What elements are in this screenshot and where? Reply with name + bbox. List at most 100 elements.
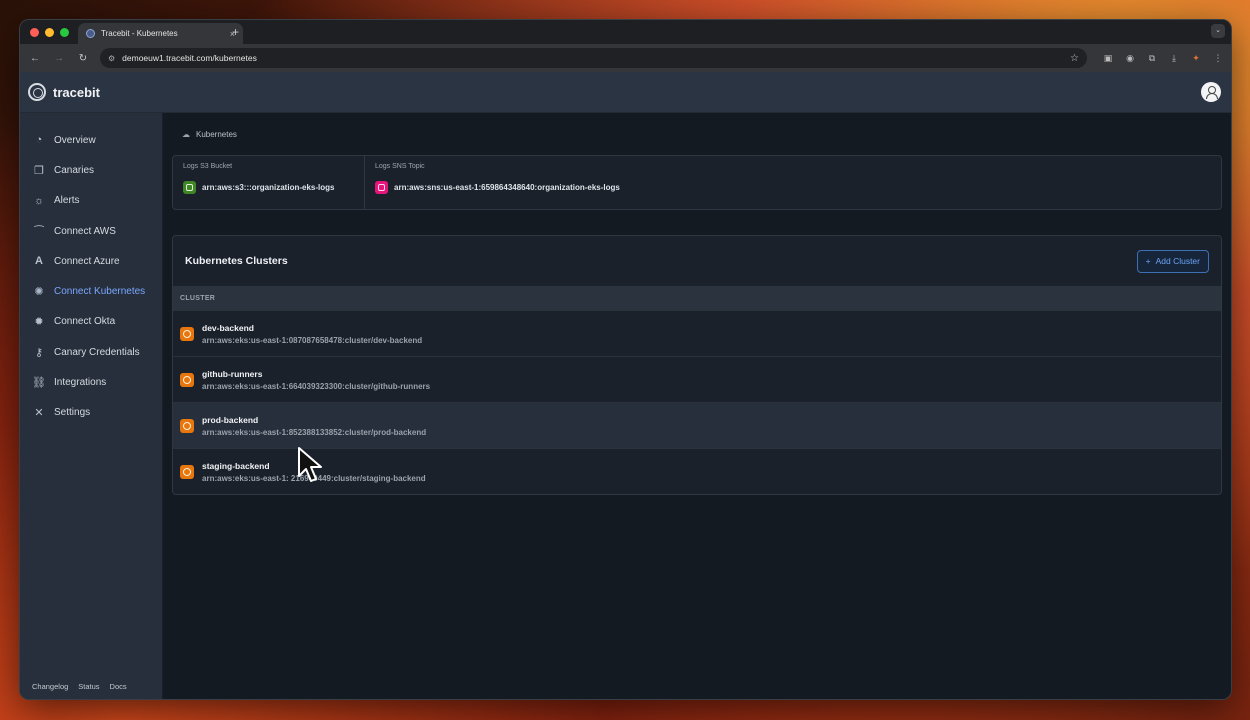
plus-icon: + xyxy=(1145,256,1151,266)
sidebar-item-overview[interactable]: ◔ Overview xyxy=(20,125,162,155)
sidebar-item-canary-credentials[interactable]: ⚷ Canary Credentials xyxy=(20,337,162,367)
breadcrumb-label[interactable]: Kubernetes xyxy=(196,130,237,139)
sidebar-item-label: Canary Credentials xyxy=(54,346,140,358)
browser-tab[interactable]: Tracebit - Kubernetes × xyxy=(78,23,243,44)
profile-extension-icon[interactable]: ◉ xyxy=(1125,53,1135,63)
url-text[interactable]: demoeuw1.tracebit.com/kubernetes xyxy=(122,53,1063,63)
logs-config-panel: Logs S3 Bucket arn:aws:s3:::organization… xyxy=(172,155,1222,210)
back-arrow-icon[interactable]: ← xyxy=(28,53,42,64)
sidebar-item-connect-kubernetes[interactable]: ✺ Connect Kubernetes xyxy=(20,276,162,306)
logs-sns-label: Logs SNS Topic xyxy=(375,163,425,170)
sidebar-item-label: Connect Okta xyxy=(54,316,116,328)
sidebar-item-connect-aws[interactable]: ⁀ Connect AWS xyxy=(20,216,162,246)
kubernetes-icon xyxy=(180,372,194,387)
tracebit-favicon-icon xyxy=(86,29,95,38)
reload-icon[interactable]: ↻ xyxy=(76,53,90,64)
app-body: ◔ Overview ❐ Canaries ☼ Alerts ⁀ Connect… xyxy=(20,113,1231,699)
address-bar[interactable]: ⚙ demoeuw1.tracebit.com/kubernetes ☆ xyxy=(100,48,1087,68)
okta-icon: ✹ xyxy=(34,316,44,329)
sidebar-footer: Changelog Status Docs xyxy=(32,682,127,691)
logs-sns-topic: Logs SNS Topic arn:aws:sns:us-east-1:659… xyxy=(364,156,630,209)
clusters-header: Kubernetes Clusters + Add Cluster xyxy=(173,236,1221,286)
sidebar-item-alerts[interactable]: ☼ Alerts xyxy=(20,186,162,216)
sns-topic-icon xyxy=(375,181,388,194)
add-cluster-button[interactable]: + Add Cluster xyxy=(1136,249,1209,273)
user-avatar[interactable] xyxy=(1201,82,1221,102)
status-link[interactable]: Status xyxy=(78,682,99,691)
docs-link[interactable]: Docs xyxy=(110,682,127,691)
sidebar-item-settings[interactable]: ✕ Settings xyxy=(20,398,162,428)
clusters-title: Kubernetes Clusters xyxy=(185,255,288,267)
logs-s3-arn: arn:aws:s3:::organization-eks-logs xyxy=(202,183,335,192)
brand-name: tracebit xyxy=(53,84,100,100)
minimize-window-button[interactable] xyxy=(45,27,54,37)
table-row[interactable]: prod-backend arn:aws:eks:us-east-1:85238… xyxy=(173,402,1221,448)
sidebar-item-label: Alerts xyxy=(54,195,80,207)
extension-bird-icon[interactable]: ✦ xyxy=(1191,53,1201,63)
cluster-arn: arn:aws:eks:us-east-1:087087658478:clust… xyxy=(202,335,423,345)
forward-arrow-icon[interactable]: → xyxy=(52,53,66,64)
logs-s3-value: arn:aws:s3:::organization-eks-logs xyxy=(183,181,354,194)
sidebar-item-label: Connect Azure xyxy=(54,255,120,267)
kubernetes-icon xyxy=(180,418,194,433)
maximize-window-button[interactable] xyxy=(60,27,69,37)
sidebar-item-label: Connect AWS xyxy=(54,225,116,237)
download-icon[interactable]: ⤓ xyxy=(1169,53,1179,63)
s3-bucket-icon xyxy=(183,181,196,194)
breadcrumb: ☁ Kubernetes xyxy=(172,113,1222,155)
tools-icon: ✕ xyxy=(34,407,44,420)
link-icon: ⛓ xyxy=(32,377,46,390)
table-row[interactable]: github-runners arn:aws:eks:us-east-1:664… xyxy=(173,356,1221,402)
extensions-area: ▣ ◉ ⧉ ⤓ ✦ ⋮ xyxy=(1103,53,1223,63)
cluster-arn: arn:aws:eks:us-east-1: 216940449:cluster… xyxy=(202,473,426,483)
puzzle-icon[interactable]: ⧉ xyxy=(1147,53,1157,63)
column-header-cluster[interactable]: CLUSTER xyxy=(173,286,1221,310)
sidebar-item-connect-okta[interactable]: ✹ Connect Okta xyxy=(20,307,162,337)
add-cluster-label: Add Cluster xyxy=(1155,256,1200,266)
sidebar-item-label: Settings xyxy=(54,407,91,419)
app-header: tracebit xyxy=(20,72,1231,113)
sidebar: ◔ Overview ❐ Canaries ☼ Alerts ⁀ Connect… xyxy=(20,113,163,699)
browser-menu-icon[interactable]: ⋮ xyxy=(1213,53,1223,63)
sidebar-item-label: Overview xyxy=(54,134,96,146)
cloud-icon: ☁ xyxy=(182,129,190,139)
browser-toolbar: ← → ↻ ⚙ demoeuw1.tracebit.com/kubernetes… xyxy=(20,44,1231,72)
site-settings-icon[interactable]: ⚙ xyxy=(108,54,115,63)
sidebar-item-label: Canaries xyxy=(54,164,95,176)
table-row[interactable]: dev-backend arn:aws:eks:us-east-1:087087… xyxy=(173,310,1221,356)
cluster-arn: arn:aws:eks:us-east-1:664039323300:clust… xyxy=(202,381,431,391)
sidebar-item-connect-azure[interactable]: A Connect Azure xyxy=(20,246,162,276)
new-tab-button[interactable]: + xyxy=(232,25,239,39)
close-window-button[interactable] xyxy=(30,27,39,37)
cluster-name: staging-backend xyxy=(202,460,270,471)
logs-s3-label: Logs S3 Bucket xyxy=(183,163,233,170)
sidebar-item-canaries[interactable]: ❐ Canaries xyxy=(20,155,162,185)
logs-sns-value: arn:aws:sns:us-east-1:659864348640:organ… xyxy=(375,181,620,194)
extension-icon[interactable]: ▣ xyxy=(1103,53,1113,63)
cluster-info: github-runners arn:aws:eks:us-east-1:664… xyxy=(202,369,430,391)
sidebar-item-label: Integrations xyxy=(54,377,107,389)
browser-window: Tracebit - Kubernetes × + ⌄ ← → ↻ ⚙ demo… xyxy=(19,19,1232,700)
sidebar-item-integrations[interactable]: ⛓ Integrations xyxy=(20,367,162,397)
cluster-name: github-runners xyxy=(202,368,263,379)
logs-sns-arn: arn:aws:sns:us-east-1:659864348640:organ… xyxy=(394,183,620,192)
brand[interactable]: tracebit xyxy=(28,83,100,101)
bookmark-star-icon[interactable]: ☆ xyxy=(1070,53,1079,64)
main-content: ☁ Kubernetes Logs S3 Bucket arn:aws:s3::… xyxy=(163,113,1231,699)
kubernetes-icon xyxy=(180,326,194,341)
key-icon: ⚷ xyxy=(34,346,44,359)
tracebit-logo-icon xyxy=(28,83,46,101)
table-row[interactable]: staging-backend arn:aws:eks:us-east-1: 2… xyxy=(173,448,1221,494)
cluster-name: dev-backend xyxy=(202,322,254,333)
cluster-arn: arn:aws:eks:us-east-1:852388133852:clust… xyxy=(202,427,427,437)
sidebar-item-label: Connect Kubernetes xyxy=(54,286,146,298)
cluster-info: prod-backend arn:aws:eks:us-east-1:85238… xyxy=(202,415,426,437)
tab-title: Tracebit - Kubernetes xyxy=(101,29,178,38)
copy-icon: ❐ xyxy=(34,164,44,177)
tab-search-button[interactable]: ⌄ xyxy=(1211,24,1225,38)
cluster-name: prod-backend xyxy=(202,414,259,425)
cluster-info: staging-backend arn:aws:eks:us-east-1: 2… xyxy=(202,461,426,483)
kubernetes-icon xyxy=(180,464,194,479)
window-controls xyxy=(30,27,69,37)
changelog-link[interactable]: Changelog xyxy=(32,682,68,691)
